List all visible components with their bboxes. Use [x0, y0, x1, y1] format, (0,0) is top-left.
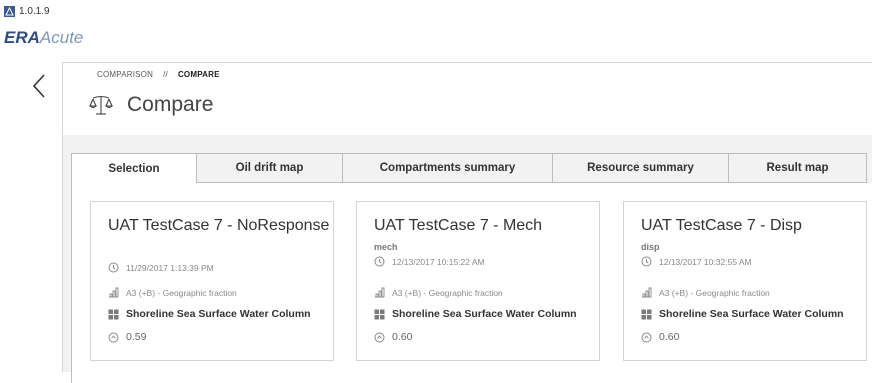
- tab-compartments-summary[interactable]: Compartments summary: [343, 153, 553, 183]
- page-header: COMPARISON // COMPARE Compare: [63, 63, 872, 135]
- card-value-row: 0.59: [108, 331, 146, 343]
- card-compartments: Shoreline Sea Surface Water Column: [659, 308, 844, 320]
- app-version: 1.0.1.9: [19, 5, 50, 17]
- card-method-row: A3 (+B) - Geographic fraction: [108, 287, 237, 298]
- bar-steps-icon: [108, 287, 119, 298]
- tab-resource-summary[interactable]: Resource summary: [553, 153, 729, 183]
- grid-icon: [374, 309, 385, 320]
- card-title: UAT TestCase 7 - Disp: [641, 217, 802, 234]
- breadcrumb-separator: //: [163, 70, 168, 79]
- grid-icon: [108, 309, 119, 320]
- card-method: A3 (+B) - Geographic fraction: [659, 287, 770, 298]
- card-timestamp: 12/13/2017 10:15:22 AM: [392, 256, 485, 267]
- scenario-card[interactable]: UAT TestCase 7 - Disp disp 12/13/2017 10…: [623, 201, 867, 361]
- card-value: 0.59: [126, 331, 147, 343]
- compare-panel: COMPARISON // COMPARE Compare Selection …: [62, 62, 872, 383]
- card-timestamp-row: 12/13/2017 10:32:55 AM: [641, 256, 752, 267]
- clock-icon: [108, 262, 119, 273]
- card-value-row: 0.60: [374, 331, 412, 343]
- card-method: A3 (+B) - Geographic fraction: [392, 287, 503, 298]
- tab-result-map[interactable]: Result map: [729, 153, 867, 183]
- card-timestamp: 12/13/2017 10:32:55 AM: [659, 256, 752, 267]
- app-title: ERAAcute: [4, 28, 84, 47]
- app-logo-icon: [4, 5, 15, 17]
- card-method: A3 (+B) - Geographic fraction: [126, 287, 237, 298]
- card-value: 0.60: [392, 331, 413, 343]
- card-compartments-row: Shoreline Sea Surface Water Column: [641, 308, 844, 320]
- page-title-row: Compare: [89, 93, 213, 117]
- gauge-icon: [641, 332, 652, 343]
- scales-icon: [89, 95, 113, 115]
- card-method-row: A3 (+B) - Geographic fraction: [641, 287, 770, 298]
- tab-bar: Selection Oil drift map Compartments sum…: [71, 153, 867, 184]
- card-value: 0.60: [659, 331, 680, 343]
- card-subtitle: disp: [641, 242, 660, 252]
- card-method-row: A3 (+B) - Geographic fraction: [374, 287, 503, 298]
- card-compartments-row: Shoreline Sea Surface Water Column: [374, 308, 577, 320]
- card-title: UAT TestCase 7 - Mech: [374, 217, 543, 234]
- card-compartments: Shoreline Sea Surface Water Column: [392, 308, 577, 320]
- breadcrumb-current: COMPARE: [177, 70, 220, 79]
- grid-icon: [641, 309, 652, 320]
- gauge-icon: [374, 332, 385, 343]
- scenario-card[interactable]: UAT TestCase 7 - NoResponse 11/29/2017 1…: [90, 201, 334, 361]
- clock-icon: [374, 256, 385, 267]
- version-bar: 1.0.1.9: [4, 4, 50, 18]
- tab-oil-drift-map[interactable]: Oil drift map: [197, 153, 343, 183]
- scenario-card[interactable]: UAT TestCase 7 - Mech mech 12/13/2017 10…: [356, 201, 600, 361]
- card-title: UAT TestCase 7 - NoResponse: [108, 217, 330, 234]
- card-compartments-row: Shoreline Sea Surface Water Column: [108, 308, 311, 320]
- bar-steps-icon: [641, 287, 652, 298]
- tab-selection[interactable]: Selection: [71, 153, 197, 184]
- breadcrumb: COMPARISON // COMPARE: [97, 70, 220, 79]
- gauge-icon: [108, 332, 119, 343]
- back-button[interactable]: [28, 70, 50, 102]
- card-timestamp-row: 12/13/2017 10:15:22 AM: [374, 256, 485, 267]
- page-title: Compare: [127, 93, 214, 116]
- breadcrumb-parent[interactable]: COMPARISON: [97, 70, 153, 79]
- card-timestamp-row: 11/29/2017 1:13:39 PM: [108, 262, 214, 273]
- card-value-row: 0.60: [641, 331, 679, 343]
- clock-icon: [641, 256, 652, 267]
- card-subtitle: mech: [374, 242, 398, 252]
- card-timestamp: 11/29/2017 1:13:39 PM: [126, 262, 214, 273]
- bar-steps-icon: [374, 287, 385, 298]
- card-compartments: Shoreline Sea Surface Water Column: [126, 308, 311, 320]
- selection-content: UAT TestCase 7 - NoResponse 11/29/2017 1…: [71, 183, 872, 383]
- chevron-left-icon: [32, 74, 45, 98]
